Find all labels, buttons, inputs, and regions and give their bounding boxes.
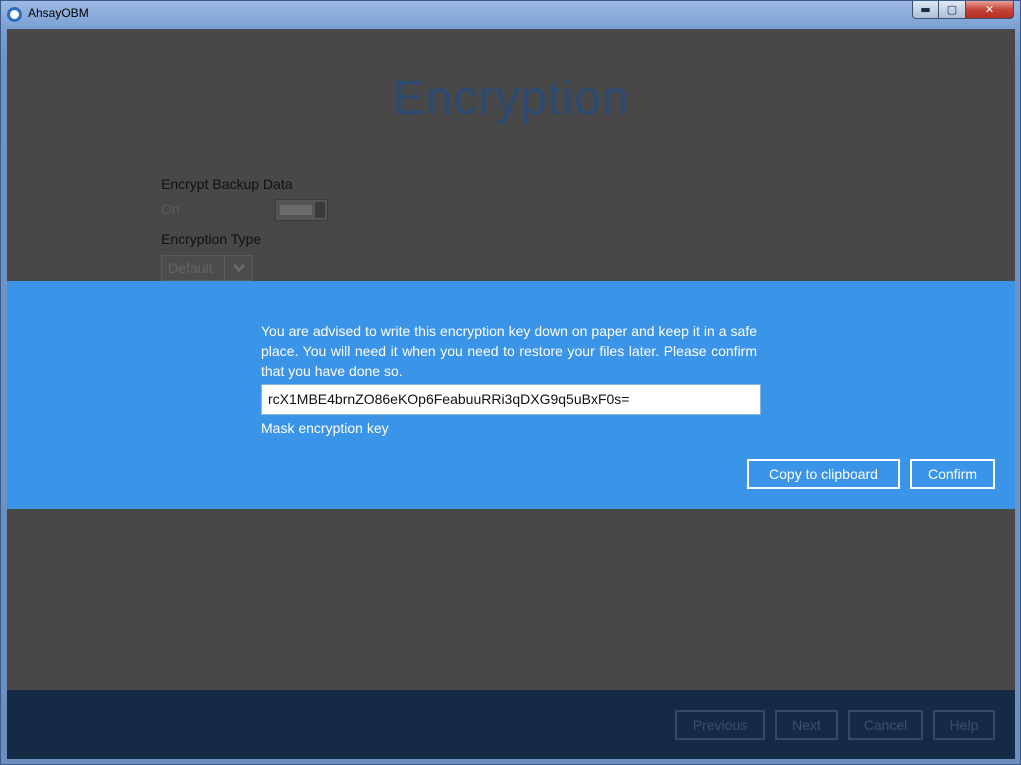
app-window: AhsayOBM ▬ ▢ ✕ Encryption Encrypt Backup… bbox=[0, 0, 1021, 765]
encryption-key-dialog: You are advised to write this encryption… bbox=[7, 281, 1015, 509]
client-area: Encryption Encrypt Backup Data On Encryp… bbox=[7, 29, 1015, 759]
close-icon: ✕ bbox=[984, 3, 995, 16]
toggle-knob bbox=[315, 202, 325, 218]
advice-text: You are advised to write this encryption… bbox=[261, 323, 757, 379]
chevron-down-icon bbox=[224, 256, 252, 280]
previous-button[interactable]: Previous bbox=[675, 710, 765, 740]
cancel-button[interactable]: Cancel bbox=[848, 710, 923, 740]
minimize-button[interactable]: ▬ bbox=[912, 1, 939, 19]
page-title: Encryption bbox=[392, 72, 630, 125]
encrypt-backup-label: Encrypt Backup Data bbox=[161, 176, 293, 192]
app-logo-icon bbox=[7, 7, 22, 22]
encryption-type-label: Encryption Type bbox=[161, 231, 262, 247]
toggle-track bbox=[280, 205, 312, 215]
minimize-icon: ▬ bbox=[920, 3, 931, 16]
mask-encryption-key-link[interactable]: Mask encryption key bbox=[261, 420, 389, 436]
close-button[interactable]: ✕ bbox=[966, 1, 1014, 19]
encryption-key-field[interactable]: rcX1MBE4brnZO86eKOp6FeabuuRRi3qDXG9q5uBx… bbox=[261, 384, 761, 415]
encryption-type-select[interactable]: Default bbox=[161, 255, 253, 281]
encryption-type-value: Default bbox=[168, 260, 213, 276]
confirm-button[interactable]: Confirm bbox=[910, 459, 995, 489]
help-button[interactable]: Help bbox=[933, 710, 995, 740]
encrypt-toggle[interactable] bbox=[275, 199, 328, 221]
maximize-button[interactable]: ▢ bbox=[939, 1, 966, 19]
encrypt-toggle-state: On bbox=[161, 201, 180, 217]
maximize-icon: ▢ bbox=[946, 3, 958, 16]
footer-bar: Previous Next Cancel Help bbox=[7, 690, 1015, 759]
next-button[interactable]: Next bbox=[775, 710, 838, 740]
copy-to-clipboard-button[interactable]: Copy to clipboard bbox=[747, 459, 900, 489]
window-controls: ▬ ▢ ✕ bbox=[912, 1, 1014, 19]
window-title: AhsayOBM bbox=[28, 6, 89, 20]
title-bar[interactable]: AhsayOBM ▬ ▢ ✕ bbox=[1, 1, 1020, 27]
